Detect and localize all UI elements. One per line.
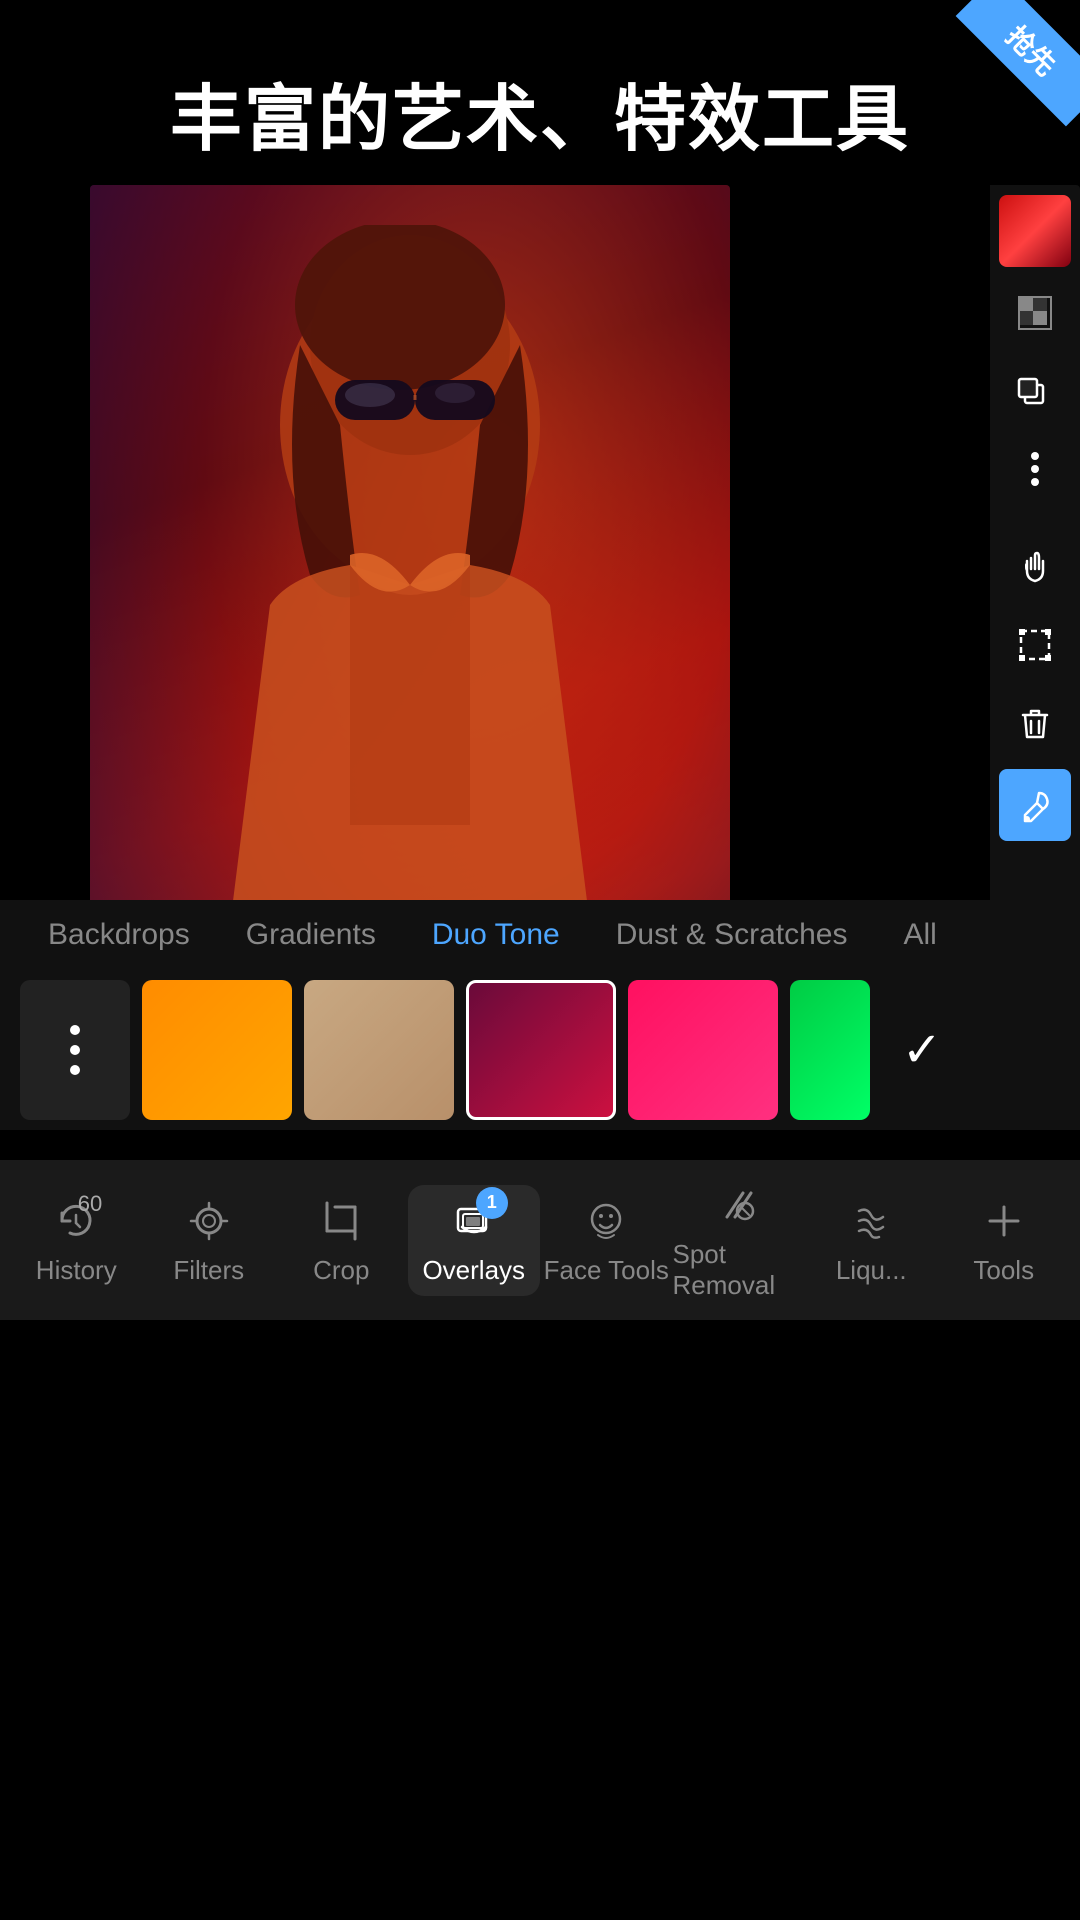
history-icon-wrap: 60: [50, 1195, 102, 1247]
category-backdrops[interactable]: Backdrops: [20, 918, 218, 952]
tools-label: Tools: [973, 1255, 1034, 1286]
corner-badge: 抢先: [940, 0, 1080, 140]
spot-removal-label: Spot Removal: [673, 1239, 806, 1301]
history-label: History: [36, 1255, 117, 1286]
crop-label: Crop: [313, 1255, 369, 1286]
check-icon: ✓: [902, 1022, 942, 1078]
transform-icon: [1017, 627, 1053, 663]
plus-icon: [982, 1199, 1026, 1243]
spot-removal-icon-wrap: [713, 1179, 765, 1231]
nav-liquify[interactable]: Liqu...: [805, 1195, 938, 1286]
nav-face-tools[interactable]: Face Tools: [540, 1195, 673, 1286]
page-title: 丰富的艺术、特效工具: [40, 60, 1040, 165]
duplicate-button[interactable]: [999, 355, 1071, 427]
face-tools-label: Face Tools: [544, 1255, 669, 1286]
checkerboard-button[interactable]: [999, 277, 1071, 349]
nav-crop[interactable]: Crop: [275, 1195, 408, 1286]
swatch-hotpink[interactable]: [628, 980, 778, 1120]
overlays-icon-wrap: 1: [448, 1195, 500, 1247]
color-swatch-button[interactable]: [999, 195, 1071, 267]
dot2: [1031, 465, 1039, 473]
category-gradients[interactable]: Gradients: [218, 918, 404, 952]
liquify-label: Liqu...: [836, 1255, 907, 1286]
overlays-label: Overlays: [422, 1255, 525, 1286]
duplicate-icon: [1017, 373, 1053, 409]
crop-icon: [319, 1199, 363, 1243]
eyedropper-icon: [1017, 787, 1053, 823]
swatch-orange[interactable]: [142, 980, 292, 1120]
liquify-icon: [849, 1199, 893, 1243]
trash-icon: [1017, 705, 1053, 741]
category-all[interactable]: All: [875, 918, 964, 952]
checkerboard-icon: [1017, 295, 1053, 331]
swatch-green[interactable]: [790, 980, 870, 1120]
hand-tool-button[interactable]: [999, 531, 1071, 603]
dot3: [1031, 478, 1039, 486]
eyedropper-button[interactable]: [999, 769, 1071, 841]
spot-removal-icon: [717, 1183, 761, 1227]
nav-filters[interactable]: Filters: [143, 1195, 276, 1286]
category-dust[interactable]: Dust & Scratches: [588, 918, 876, 952]
bottom-nav: 60 History Filters: [0, 1160, 1080, 1320]
nav-spot-removal[interactable]: Spot Removal: [673, 1179, 806, 1301]
delete-button[interactable]: [999, 687, 1071, 759]
history-count: 60: [78, 1191, 102, 1217]
nav-tools[interactable]: Tools: [938, 1195, 1071, 1286]
badge-text: 抢先: [956, 0, 1080, 126]
category-bar: Backdrops Gradients Duo Tone Dust & Scra…: [0, 900, 1080, 970]
crop-icon-wrap: [315, 1195, 367, 1247]
dot1: [1031, 452, 1039, 460]
swatch-more[interactable]: [20, 980, 130, 1120]
dot-1: [70, 1025, 80, 1035]
filters-icon-wrap: [183, 1195, 235, 1247]
category-duotone[interactable]: Duo Tone: [404, 918, 588, 952]
hand-icon: [1017, 549, 1053, 585]
swatches-row: ✓: [0, 970, 1080, 1130]
swatch-redpurple[interactable]: [466, 980, 616, 1120]
filters-label: Filters: [173, 1255, 244, 1286]
nav-history[interactable]: 60 History: [10, 1195, 143, 1286]
filters-icon: [187, 1199, 231, 1243]
face-tools-icon: [584, 1199, 628, 1243]
swatch-tan[interactable]: [304, 980, 454, 1120]
face-tools-icon-wrap: [580, 1195, 632, 1247]
swatch-confirm[interactable]: ✓: [882, 980, 962, 1120]
tools-icon-wrap: [978, 1195, 1030, 1247]
transform-button[interactable]: [999, 609, 1071, 681]
dot-3: [70, 1065, 80, 1075]
dot-2: [70, 1045, 80, 1055]
top-banner: 丰富的艺术、特效工具: [0, 0, 1080, 185]
overlays-badge: 1: [476, 1187, 508, 1219]
liquify-icon-wrap: [845, 1195, 897, 1247]
nav-overlays[interactable]: 1 Overlays: [408, 1185, 541, 1296]
more-options-button[interactable]: [999, 433, 1071, 505]
